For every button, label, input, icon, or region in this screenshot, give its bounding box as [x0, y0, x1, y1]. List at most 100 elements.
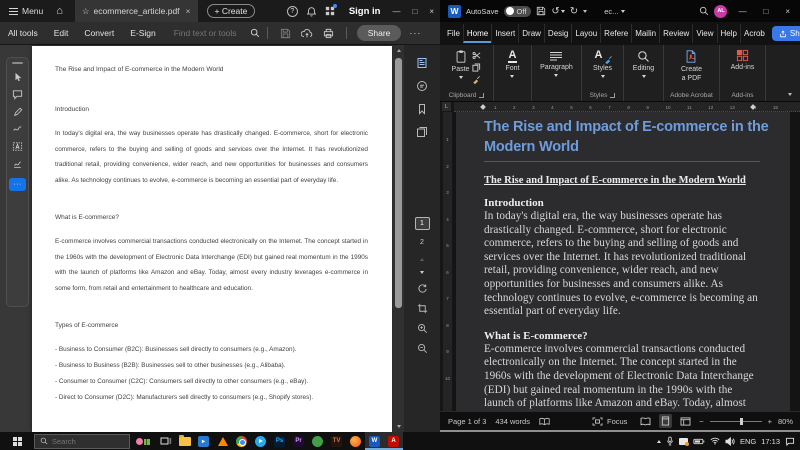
clock[interactable]: 17:13	[761, 437, 780, 446]
find-tools-search[interactable]	[173, 28, 260, 38]
tab-home[interactable]: Home	[462, 24, 492, 43]
next-page-icon[interactable]	[420, 271, 424, 274]
notifications-bell-icon[interactable]	[306, 6, 317, 17]
home-icon[interactable]: ⌂	[50, 5, 69, 17]
volume-icon[interactable]	[725, 436, 735, 446]
task-view-button[interactable]	[156, 432, 175, 450]
upload-cloud-icon[interactable]	[300, 28, 313, 39]
microphone-icon[interactable]	[666, 436, 674, 446]
editing-button[interactable]: Editing	[633, 49, 654, 101]
font-button[interactable]: A Font	[505, 49, 520, 101]
close-tab-icon[interactable]: ×	[184, 6, 191, 16]
convert-tab[interactable]: Convert	[76, 28, 122, 38]
copy-icon[interactable]	[472, 63, 481, 72]
share-button[interactable]: Share	[356, 25, 402, 41]
dialog-launcher-icon[interactable]	[610, 93, 616, 98]
tray-app-icon[interactable]	[678, 437, 689, 446]
document-tab[interactable]: ☆ ecommerce_article.pdf ×	[74, 0, 198, 22]
sign-in-button[interactable]: Sign in	[349, 6, 381, 17]
read-mode-icon[interactable]	[638, 415, 653, 428]
save-icon[interactable]	[280, 28, 291, 39]
tab-mailings[interactable]: Mailin	[631, 24, 659, 43]
account-avatar[interactable]: AL	[714, 4, 728, 18]
zoom-in-control[interactable]: +	[768, 417, 772, 426]
create-button[interactable]: + Create	[206, 4, 256, 18]
tab-acrobat[interactable]: Acrob	[739, 24, 768, 43]
language-indicator[interactable]: ENG	[740, 437, 756, 446]
next-page-number[interactable]: 2	[420, 239, 424, 246]
tab-layout[interactable]: Layou	[571, 24, 600, 43]
tray-expand-icon[interactable]	[656, 439, 661, 443]
more-tools-button[interactable]: ···	[9, 178, 26, 191]
start-button[interactable]	[0, 432, 34, 450]
more-options-icon[interactable]: ···	[409, 28, 421, 38]
help-icon[interactable]: ?	[286, 5, 298, 17]
dialog-launcher-icon[interactable]	[479, 93, 485, 98]
pdf-scrollbar[interactable]	[393, 45, 404, 432]
focus-mode-icon[interactable]	[592, 416, 603, 426]
focus-label[interactable]: Focus	[607, 417, 627, 426]
zoom-out-control[interactable]: −	[699, 417, 703, 426]
acrobat-menu-button[interactable]: Menu	[0, 0, 50, 22]
edit-tab[interactable]: Edit	[46, 28, 77, 38]
tab-view[interactable]: View	[692, 24, 716, 43]
format-painter-icon[interactable]	[472, 75, 481, 84]
browser-app-icon[interactable]	[346, 432, 365, 450]
word-share-button[interactable]: Share	[771, 26, 800, 41]
horizontal-ruler[interactable]: 1 2 3 4 5 6 7 8 9 10 11 12 13 14 15	[454, 102, 800, 112]
print-icon[interactable]	[323, 28, 334, 39]
battery-icon[interactable]	[693, 438, 705, 445]
paragraph-button[interactable]: Paragraph	[540, 49, 573, 101]
cut-icon[interactable]	[472, 51, 481, 60]
undo-icon[interactable]: ↺	[551, 6, 565, 17]
zoom-in-icon[interactable]	[417, 323, 428, 334]
premiere-icon[interactable]: Pr	[289, 432, 308, 450]
vlc-icon[interactable]	[213, 432, 232, 450]
esign-tab[interactable]: E-Sign	[122, 28, 164, 38]
tab-file[interactable]: File	[440, 24, 463, 43]
highlight-pen-icon[interactable]	[13, 107, 23, 117]
scroll-up-icon[interactable]	[396, 49, 401, 52]
movies-tv-icon[interactable]: ▸	[194, 432, 213, 450]
tab-draw[interactable]: Draw	[518, 24, 544, 43]
stamp-sign-icon[interactable]	[12, 159, 23, 169]
taskbar-search[interactable]	[34, 433, 130, 449]
seasonal-widget-icon[interactable]	[136, 437, 150, 445]
crop-page-icon[interactable]	[417, 303, 428, 314]
previous-page-icon[interactable]	[420, 258, 424, 261]
word-close-button[interactable]: ×	[779, 7, 796, 16]
zoom-percent[interactable]: 80%	[778, 417, 793, 426]
taskbar-search-input[interactable]	[52, 436, 122, 446]
tab-design[interactable]: Desig	[543, 24, 571, 43]
zoom-slider[interactable]	[709, 417, 762, 425]
taskbar-acrobat-icon[interactable]: A	[384, 432, 403, 450]
acrobat-maximize-button[interactable]: □	[406, 7, 423, 16]
document-name[interactable]: ec...	[604, 7, 626, 16]
current-page-indicator[interactable]: 1	[414, 217, 430, 230]
add-text-icon[interactable]	[12, 141, 23, 152]
autosave-toggle[interactable]: Off	[503, 5, 532, 17]
zoom-out-icon[interactable]	[417, 343, 428, 354]
draw-icon[interactable]	[12, 124, 23, 134]
scrollbar-thumb[interactable]	[395, 58, 402, 308]
page-count[interactable]: Page 1 of 3	[448, 417, 486, 426]
word-minimize-button[interactable]: —	[732, 7, 752, 16]
drag-handle[interactable]	[12, 62, 23, 64]
tab-insert[interactable]: Insert	[491, 24, 518, 43]
print-layout-icon[interactable]	[659, 414, 673, 428]
collapse-ribbon-icon[interactable]	[788, 93, 792, 96]
chrome-icon[interactable]	[232, 432, 251, 450]
comments-panel-icon[interactable]	[416, 80, 428, 92]
taskbar-word-icon[interactable]: W	[365, 432, 384, 450]
file-explorer-icon[interactable]	[175, 432, 194, 450]
word-maximize-button[interactable]: □	[757, 7, 774, 16]
vertical-ruler[interactable]: 1 2 3 4 5 6 7 8 9 10	[443, 112, 452, 411]
select-cursor-icon[interactable]	[13, 72, 23, 82]
redo-icon[interactable]: ↻	[570, 6, 578, 17]
page-thumbnails-panel-icon[interactable]	[416, 57, 428, 69]
star-icon[interactable]: ☆	[82, 6, 90, 17]
rotate-page-icon[interactable]	[417, 283, 428, 294]
customize-quick-access-icon[interactable]	[583, 9, 588, 13]
acrobat-close-button[interactable]: ×	[423, 7, 440, 16]
tab-references[interactable]: Refere	[600, 24, 631, 43]
